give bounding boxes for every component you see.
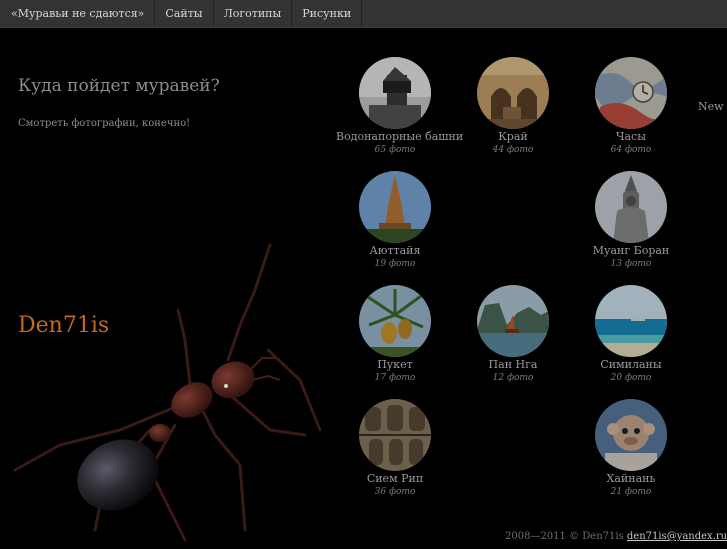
gallery-title: Водонапорные башни [336,130,464,143]
gallery-item-siem-reap[interactable]: Сием Рип 36 фото [336,399,454,498]
ant-illustration [0,230,340,545]
footer: 2008—2011 © Den71is den71is@yandex.ru [505,531,727,542]
nav-item-drawings[interactable]: Рисунки [292,0,363,27]
nav-item-sites[interactable]: Сайты [155,0,214,27]
gallery-title: Сием Рип [366,472,424,485]
gallery-item-phang-nga[interactable]: Пан Нга 12 фото [454,285,572,384]
page-headline: Куда пойдет муравей? [18,76,220,96]
nav-item-ants[interactable]: «Муравьи не сдаются» [0,0,156,27]
gallery-count: 36 фото [374,487,416,497]
gallery-title: Пан Нга [488,358,538,371]
pineapple-palm-photo-icon [359,285,431,357]
gallery-item-water-towers[interactable]: Водонапорные башни 65 фото [336,57,464,156]
gallery-title: Пукет [377,358,413,371]
gallery-count: 64 фото [610,145,652,155]
water-tower-photo-icon [359,57,431,129]
monkey-photo-icon [595,399,667,471]
gallery-title: Муанг Боран [592,244,670,257]
gallery-item-ayutthaya[interactable]: Аюттайя 19 фото [336,171,454,270]
gallery-item-clocks[interactable]: Часы 64 фото [572,57,690,156]
gallery-count: 44 фото [492,145,534,155]
gallery-title: Хайнань [606,472,656,485]
stone-relief-photo-icon [359,399,431,471]
nav-item-logos[interactable]: Логотипы [214,0,293,27]
gallery-count: 12 фото [492,373,534,383]
map-clock-photo-icon [595,57,667,129]
gallery-count: 17 фото [374,373,416,383]
page-subline: Смотреть фотографии, конечно! [18,118,191,129]
new-label[interactable]: New [698,100,724,113]
gallery-item-similan[interactable]: Симиланы 20 фото [572,285,690,384]
footer-email-link[interactable]: den71is@yandex.ru [627,531,727,542]
temple-photo-icon [359,171,431,243]
top-nav: «Муравьи не сдаются» Сайты Логотипы Рису… [0,0,727,28]
gallery-item-hainan[interactable]: Хайнань 21 фото [572,399,690,498]
gallery-count: 19 фото [374,259,416,269]
gallery-item-phuket[interactable]: Пукет 17 фото [336,285,454,384]
gallery-title: Симиланы [600,358,662,371]
footer-copyright: 2008—2011 © Den71is [505,531,624,542]
gallery-title: Край [498,130,528,143]
gallery-count: 21 фото [610,487,652,497]
gallery-title: Аюттайя [369,244,421,257]
gallery-item-muang-boran[interactable]: Муанг Боран 13 фото [572,171,690,270]
statue-photo-icon [595,171,667,243]
gallery-count: 65 фото [374,145,416,155]
gallery-count: 13 фото [610,259,652,269]
gallery-title: Часы [616,130,646,143]
sea-beach-photo-icon [595,285,667,357]
arch-building-photo-icon [477,57,549,129]
gallery-count: 20 фото [610,373,652,383]
bay-boat-photo-icon [477,285,549,357]
gallery-item-edge[interactable]: Край 44 фото [454,57,572,156]
